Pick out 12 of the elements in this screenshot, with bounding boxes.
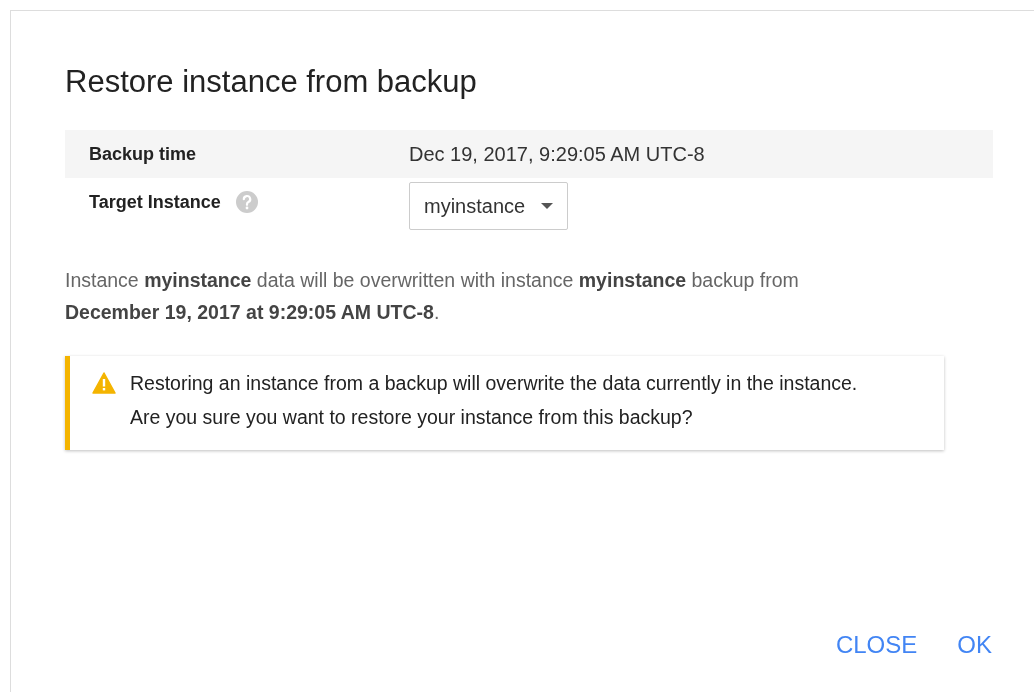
- dialog-title: Restore instance from backup: [65, 63, 478, 101]
- field-value: Dec 19, 2017, 9:29:05 AM UTC-8: [409, 142, 705, 168]
- description-text: Instance myinstance data will be overwritten with instance myinstance backup from December 19, 2017 at 9:29:05 AM UTC-8.: [65, 268, 800, 326]
- warning-icon: [92, 372, 116, 395]
- field-label: Target Instance: [89, 190, 221, 214]
- ok-button[interactable]: OK: [951, 623, 998, 667]
- warning-text: Restoring an instance from a backup will overwrite the data currently in the instance. Are you sure you want to restore your instance from this backup?: [130, 371, 859, 431]
- instance-dropdown[interactable]: myinstance: [409, 182, 569, 231]
- help-icon[interactable]: [234, 190, 259, 215]
- close-button[interactable]: CLOSE: [829, 623, 924, 667]
- field-label: Backup time: [89, 142, 197, 166]
- caret-icon: [541, 202, 554, 210]
